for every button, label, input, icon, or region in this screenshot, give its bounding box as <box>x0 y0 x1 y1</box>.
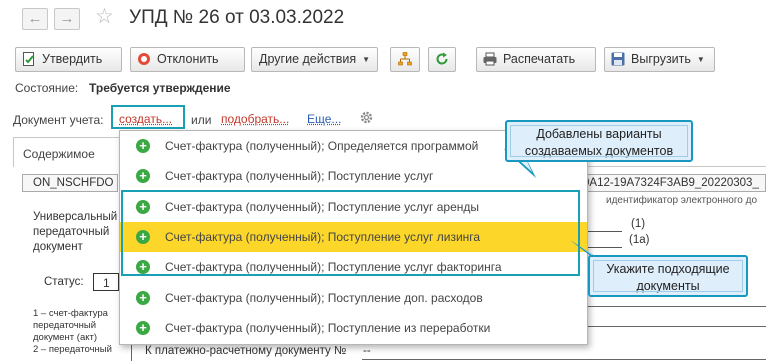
callout-pointers <box>504 146 606 268</box>
callout-inner-border <box>593 260 743 292</box>
callout-added-variants: Добавлены варианты создаваемых документо… <box>505 120 693 162</box>
callout-inner-border <box>510 125 688 157</box>
callout-specify-documents: Укажите подходящие документы <box>588 255 748 297</box>
